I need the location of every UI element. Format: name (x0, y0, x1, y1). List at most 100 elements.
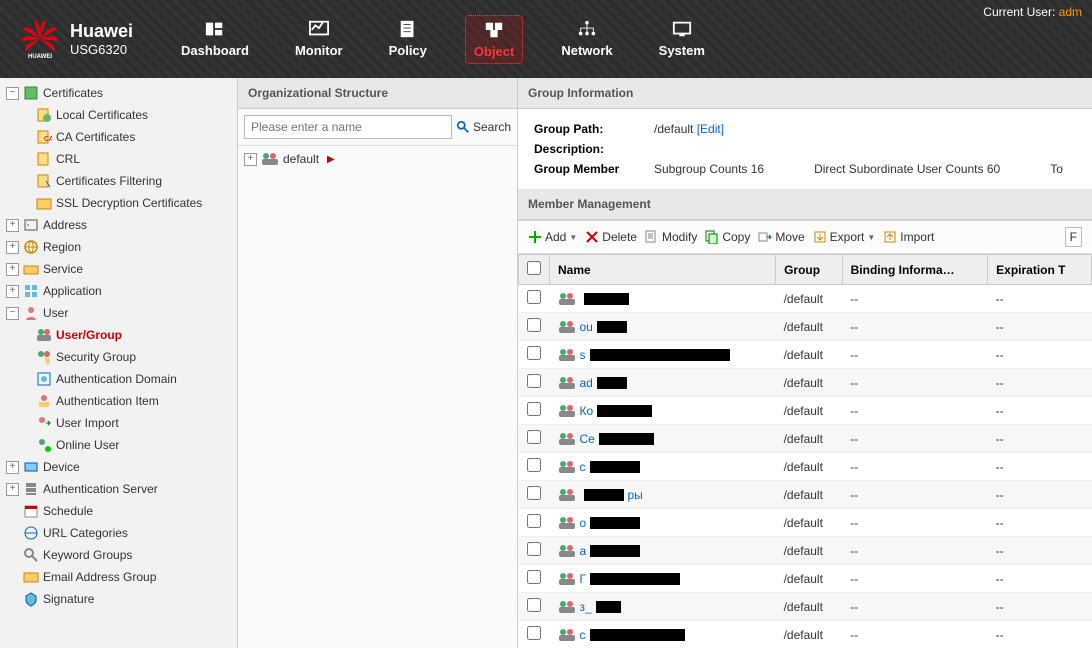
expand-icon[interactable]: + (6, 483, 19, 496)
row-checkbox[interactable] (527, 514, 541, 528)
row-checkbox[interactable] (527, 346, 541, 360)
move-button[interactable]: Move (758, 230, 804, 244)
sidebar-item-signature[interactable]: Signature (0, 588, 237, 610)
dropdown-caret-icon: ▼ (569, 233, 577, 242)
nav-item-object[interactable]: Object (465, 15, 523, 64)
expand-icon[interactable]: + (6, 219, 19, 232)
sidebar-item-schedule[interactable]: Schedule (0, 500, 237, 522)
delete-button[interactable]: Delete (585, 230, 637, 244)
row-checkbox[interactable] (527, 458, 541, 472)
select-all-checkbox[interactable] (527, 261, 541, 275)
member-name-link[interactable]: Се (580, 432, 595, 446)
sidebar-item-application[interactable]: +Application (0, 280, 237, 302)
table-row[interactable]: ad/default---- (519, 369, 1092, 397)
sidebar-item-keyword-groups[interactable]: Keyword Groups (0, 544, 237, 566)
sidebar-item-user-group[interactable]: User/Group (30, 324, 237, 346)
service-icon (23, 261, 39, 277)
table-row[interactable]: Ко/default---- (519, 397, 1092, 425)
nav-item-network[interactable]: Network (553, 15, 620, 64)
row-checkbox[interactable] (527, 598, 541, 612)
member-name-link[interactable]: о (580, 516, 587, 530)
filter-input[interactable]: F (1065, 227, 1082, 247)
sidebar-item-security-group[interactable]: Security Group (30, 346, 237, 368)
cert-icon (23, 85, 39, 101)
table-row[interactable]: а/default---- (519, 537, 1092, 565)
member-expiration: -- (988, 341, 1092, 369)
sidebar-item-url-categories[interactable]: URL Categories (0, 522, 237, 544)
org-search-button[interactable]: Search (456, 115, 511, 139)
table-row[interactable]: ры/default---- (519, 481, 1092, 509)
sidebar-item-ssl-decryption-certificates[interactable]: SSL Decryption Certificates (30, 192, 237, 214)
expand-icon[interactable]: + (6, 285, 19, 298)
expand-icon[interactable]: + (6, 263, 19, 276)
nav-item-policy[interactable]: Policy (381, 15, 435, 64)
import-button[interactable]: Import (883, 230, 934, 244)
row-checkbox[interactable] (527, 486, 541, 500)
row-checkbox[interactable] (527, 374, 541, 388)
col-binding[interactable]: Binding Informa… (842, 255, 988, 285)
member-name-link[interactable]: с (580, 628, 586, 642)
sidebar-item-local-certificates[interactable]: Local Certificates (30, 104, 237, 126)
sidebar-item-online-user[interactable]: Online User (30, 434, 237, 456)
member-group: /default (776, 453, 843, 481)
sidebar-item-authentication-item[interactable]: Authentication Item (30, 390, 237, 412)
expand-icon[interactable]: + (6, 461, 19, 474)
member-name-link[interactable]: а (580, 544, 587, 558)
row-checkbox[interactable] (527, 570, 541, 584)
sidebar-item-region[interactable]: +Region (0, 236, 237, 258)
modify-button[interactable]: Modify (645, 230, 697, 244)
sidebar-item-authentication-domain[interactable]: Authentication Domain (30, 368, 237, 390)
sidebar-item-certificates[interactable]: −Certificates (0, 82, 237, 104)
edit-link[interactable]: [Edit] (697, 122, 724, 136)
col-name[interactable]: Name (550, 255, 776, 285)
org-tree-root[interactable]: + default ▶ (244, 152, 511, 166)
collapse-icon[interactable]: − (6, 307, 19, 320)
export-button[interactable]: Export▼ (813, 230, 876, 244)
member-name-link[interactable]: ad (580, 376, 593, 390)
row-checkbox[interactable] (527, 542, 541, 556)
sidebar-item-user[interactable]: −User (0, 302, 237, 324)
table-row[interactable]: s/default---- (519, 341, 1092, 369)
table-row[interactable]: /default---- (519, 285, 1092, 313)
nav-item-monitor[interactable]: Monitor (287, 15, 351, 64)
member-name-link[interactable]: с (580, 460, 586, 474)
row-checkbox[interactable] (527, 318, 541, 332)
member-name-link[interactable]: з_ (580, 600, 592, 614)
add-button[interactable]: Add▼ (528, 230, 577, 244)
member-name-link[interactable]: ou (580, 320, 593, 334)
nav-item-system[interactable]: System (651, 15, 713, 64)
user-group-icon (558, 572, 576, 586)
table-row[interactable]: з_/default---- (519, 593, 1092, 621)
sidebar-item-email-address-group[interactable]: Email Address Group (0, 566, 237, 588)
row-checkbox[interactable] (527, 402, 541, 416)
row-checkbox[interactable] (527, 290, 541, 304)
row-checkbox[interactable] (527, 430, 541, 444)
collapse-icon[interactable]: − (6, 87, 19, 100)
sidebar-item-ca-certificates[interactable]: CACA Certificates (30, 126, 237, 148)
sidebar-item-service[interactable]: +Service (0, 258, 237, 280)
row-checkbox[interactable] (527, 626, 541, 640)
member-name-link[interactable]: s (580, 348, 586, 362)
org-search-input[interactable] (244, 115, 452, 139)
expand-icon[interactable]: + (244, 153, 257, 166)
table-row[interactable]: Г/default---- (519, 565, 1092, 593)
col-expiration[interactable]: Expiration T (988, 255, 1092, 285)
expand-icon[interactable]: + (6, 241, 19, 254)
sidebar-item-address[interactable]: +Address (0, 214, 237, 236)
sidebar-item-certificates-filtering[interactable]: Certificates Filtering (30, 170, 237, 192)
sidebar-item-crl[interactable]: CRL (30, 148, 237, 170)
table-row[interactable]: с/default---- (519, 453, 1092, 481)
table-row[interactable]: Се/default---- (519, 425, 1092, 453)
table-row[interactable]: с/default---- (519, 621, 1092, 648)
nav-item-dashboard[interactable]: Dashboard (173, 15, 257, 64)
col-group[interactable]: Group (776, 255, 843, 285)
sidebar-item-authentication-server[interactable]: +Authentication Server (0, 478, 237, 500)
member-name-link[interactable]: Г (580, 572, 587, 586)
table-row[interactable]: о/default---- (519, 509, 1092, 537)
sidebar-item-user-import[interactable]: User Import (30, 412, 237, 434)
table-row[interactable]: ou/default---- (519, 313, 1092, 341)
copy-button[interactable]: Copy (705, 230, 750, 244)
member-name-link[interactable]: Ко (580, 404, 594, 418)
sidebar-item-device[interactable]: +Device (0, 456, 237, 478)
group-path-label: Group Path: (534, 122, 654, 136)
